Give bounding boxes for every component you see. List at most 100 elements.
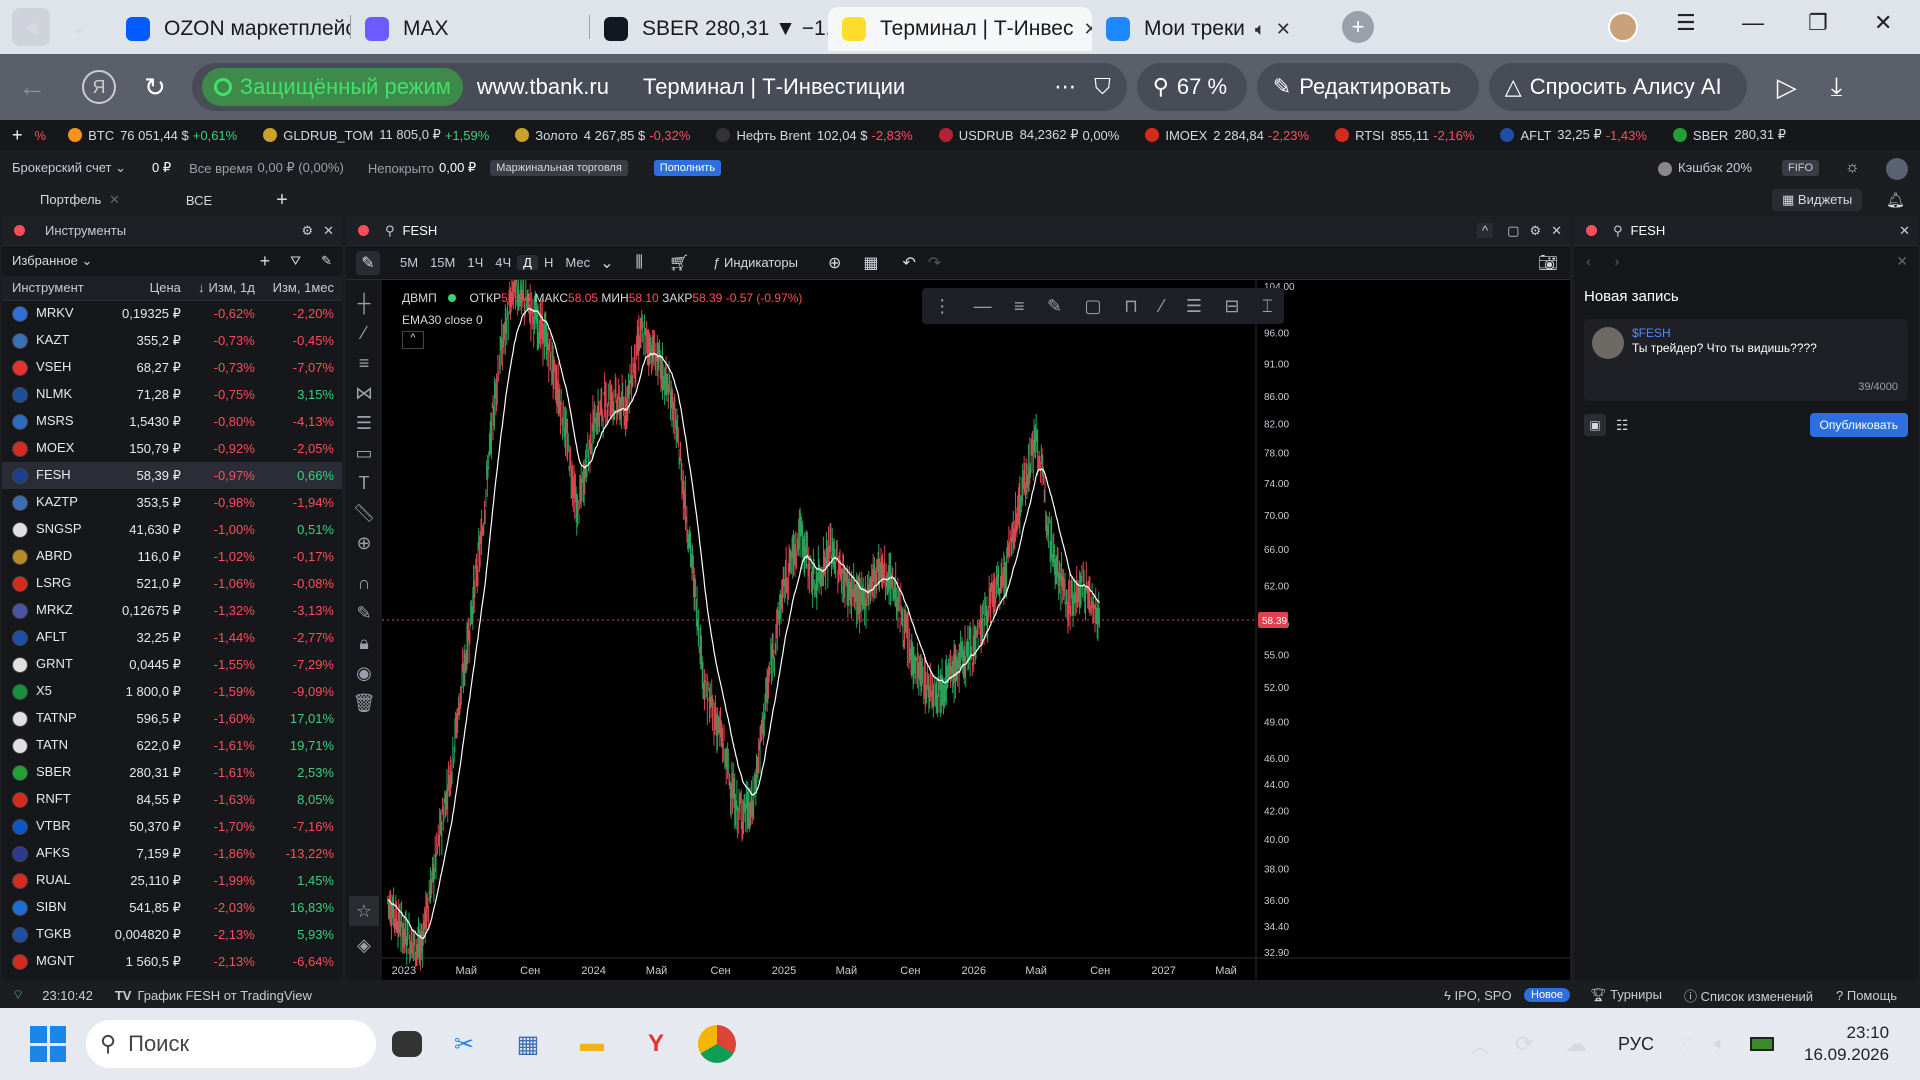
mute-icon[interactable]: 🔈︎ — [1255, 19, 1266, 40]
ticker-item[interactable]: SBER 280,31 ₽ — [1672, 127, 1790, 143]
settings-icon[interactable]: ⚙ — [1529, 223, 1541, 239]
magnet-icon[interactable]: ∩ — [349, 568, 379, 598]
text-icon[interactable]: T — [349, 468, 379, 498]
restore-button[interactable]: ❐ — [1808, 10, 1828, 36]
table-row[interactable]: SNGSP 41,630 ₽ -1,00% 0,51% — [2, 516, 342, 543]
secure-mode-badge[interactable]: Защищённый режим — [201, 68, 463, 106]
volume-icon[interactable]: 🔈︎ — [1714, 1033, 1726, 1056]
camera-icon[interactable]: 📷︎ — [1538, 253, 1558, 273]
table-row[interactable]: MRKV 0,19325 ₽ -0,62% -2,20% — [2, 300, 342, 327]
tab-all[interactable]: ВСЕ — [186, 193, 212, 208]
chart-ticker-search[interactable]: FESH — [403, 223, 438, 238]
ticker-item[interactable]: AFLT 32,25 ₽ -1,43% — [1500, 127, 1647, 143]
layout-icon[interactable]: ▦ — [863, 253, 878, 273]
table-row[interactable]: TATN 622,0 ₽ -1,61% 19,71% — [2, 732, 342, 759]
media-icon[interactable]: ▷ — [1777, 72, 1797, 103]
trash-icon[interactable]: 🗑︎ — [349, 688, 379, 718]
table-row[interactable]: SBER 280,31 ₽ -1,61% 2,53% — [2, 759, 342, 786]
brush-tool-icon[interactable]: ✎ — [1047, 296, 1062, 317]
timeframe-button[interactable]: 1Ч — [461, 255, 489, 270]
chevron-up-icon[interactable]: ︿ — [1470, 1030, 1490, 1059]
trendline-icon[interactable]: ⁄ — [349, 318, 379, 348]
close-tab-icon[interactable]: ✕ — [1083, 19, 1092, 40]
close-icon[interactable]: ✕ — [1896, 253, 1908, 270]
table-row[interactable]: TATNP 596,5 ₽ -1,60% 17,01% — [2, 705, 342, 732]
user-avatar[interactable] — [1886, 158, 1908, 180]
cashback-badge[interactable]: Кэшбэк 20% — [1658, 160, 1752, 176]
url-page-title[interactable]: Терминал | Т-Инвестиции — [643, 74, 905, 100]
publish-button[interactable]: Опубликовать — [1809, 413, 1908, 437]
drag-handle-icon[interactable]: ⋮ — [933, 296, 951, 317]
eye-icon[interactable]: ◉ — [349, 658, 379, 688]
more-icon[interactable]: ⋯ — [1054, 74, 1076, 100]
url-domain[interactable]: www.tbank.ru — [477, 74, 609, 100]
close-icon[interactable]: ✕ — [323, 223, 334, 239]
back-button[interactable]: ← — [18, 71, 58, 103]
horizontal-lines-icon[interactable]: ≡ — [349, 348, 379, 378]
price-chart[interactable]: 104.0096.0091.0086.0082.0078.0074.0070.0… — [382, 280, 1570, 980]
col-change-day[interactable]: ↓ Изм, 1д — [188, 276, 263, 301]
table-row[interactable]: TGKB 0,004820 ₽ -2,13% 5,93% — [2, 921, 342, 948]
browser-tab[interactable]: Терминал | Т-Инвес ✕ — [828, 7, 1092, 51]
fifo-badge[interactable]: FIFO — [1782, 160, 1820, 176]
widgets-button[interactable]: ▦ Виджеты — [1772, 189, 1863, 211]
col-change-month[interactable]: Изм, 1мес — [262, 276, 342, 301]
star-icon[interactable]: ☆ — [349, 896, 379, 926]
collapse-icon[interactable]: ^ — [1477, 223, 1494, 238]
filter-icon[interactable]: ⛛ — [290, 253, 301, 269]
levels-tool-icon[interactable]: ⊟ — [1224, 296, 1239, 317]
table-row[interactable]: MGNT 1 560,5 ₽ -2,13% -6,64% — [2, 948, 342, 975]
language-indicator[interactable]: РУС — [1618, 1034, 1654, 1055]
timeframe-button[interactable]: Н — [538, 255, 559, 270]
panel-link-dot[interactable] — [14, 225, 25, 236]
zoom-icon[interactable]: ⊕ — [349, 528, 379, 558]
pencil-icon[interactable]: ✎ — [356, 250, 380, 275]
basket-icon[interactable]: 🛒︎ — [669, 253, 689, 273]
menu-icon[interactable]: ☰ — [1676, 10, 1696, 36]
ticker-item[interactable]: IMOEX 2 284,84 -2,23% — [1145, 127, 1309, 143]
hline-tool-icon[interactable]: — — [974, 296, 992, 317]
measure-tool-icon[interactable]: ⌶ — [1262, 296, 1273, 317]
undo-icon[interactable]: ↶ — [902, 253, 915, 273]
table-row[interactable]: SIBN 541,85 ₽ -2,03% 16,83% — [2, 894, 342, 921]
clock[interactable]: 23:10 16.09.2026 — [1804, 1022, 1889, 1066]
edit-button[interactable]: ✎ Редактировать — [1256, 63, 1479, 111]
redo-icon[interactable]: ↷ — [928, 253, 941, 273]
timeframe-button[interactable]: Д — [517, 255, 538, 270]
windows-start-icon[interactable] — [30, 1026, 66, 1062]
chrome-icon[interactable] — [698, 1025, 736, 1063]
rectangle-icon[interactable]: ▭ — [349, 438, 379, 468]
yandex-browser-icon[interactable]: Y — [634, 1022, 678, 1066]
candles-icon[interactable]: ⫼ — [636, 254, 643, 272]
browser-tab[interactable]: MAX — [351, 7, 589, 51]
add-tab-button[interactable]: + — [276, 189, 288, 212]
tab-portfolio[interactable]: Портфель ✕ — [40, 192, 120, 208]
close-icon[interactable]: ✕ — [1899, 223, 1910, 239]
collapse-legend-button[interactable]: ^ — [402, 331, 424, 349]
plus-circle-icon[interactable]: ⊕ — [828, 253, 841, 273]
ticker-item[interactable]: USDRUB 84,2362 ₽0,00% — [938, 127, 1119, 143]
close-window-button[interactable]: ✕ — [1874, 10, 1892, 36]
add-icon[interactable]: + — [12, 125, 23, 146]
zoom-button[interactable]: ⚲ 67 % — [1136, 63, 1247, 111]
reload-button[interactable]: ↻ — [144, 72, 166, 103]
taskbar-search[interactable]: ⚲ Поиск — [86, 1020, 376, 1068]
table-row[interactable]: VSEH 68,27 ₽ -0,73% -7,07% — [2, 354, 342, 381]
table-row[interactable]: AFLT 32,25 ₽ -1,44% -2,77% — [2, 624, 342, 651]
table-row[interactable]: KAZT 355,2 ₽ -0,73% -0,45% — [2, 327, 342, 354]
panel-link-dot[interactable] — [1586, 225, 1597, 236]
table-row[interactable]: FESH 58,39 ₽ -0,97% 0,66% — [2, 462, 342, 489]
crosshair-icon[interactable]: ┼ — [349, 288, 379, 318]
ticker-item[interactable]: RTSI 855,11 -2,16% — [1335, 127, 1474, 143]
back-icon[interactable]: ‹ — [1586, 253, 1591, 269]
ipo-link[interactable]: ϟ IPO, SPO — [1444, 988, 1512, 1003]
col-price[interactable]: Цена — [104, 276, 189, 301]
table-row[interactable]: AFKS 7,159 ₽ -1,86% -13,22% — [2, 840, 342, 867]
battery-icon[interactable] — [1750, 1037, 1774, 1051]
close-icon[interactable]: ✕ — [109, 192, 120, 207]
table-row[interactable]: KAZTP 353,5 ₽ -0,98% -1,94% — [2, 489, 342, 516]
table-row[interactable]: LSRG 521,0 ₽ -1,06% -0,08% — [2, 570, 342, 597]
changelog-link[interactable]: ⓘ Список изменений — [1684, 986, 1813, 1005]
ruler-icon[interactable]: 📏︎ — [349, 498, 379, 528]
table-row[interactable]: MSRS 1,5430 ₽ -0,80% -4,13% — [2, 408, 342, 435]
